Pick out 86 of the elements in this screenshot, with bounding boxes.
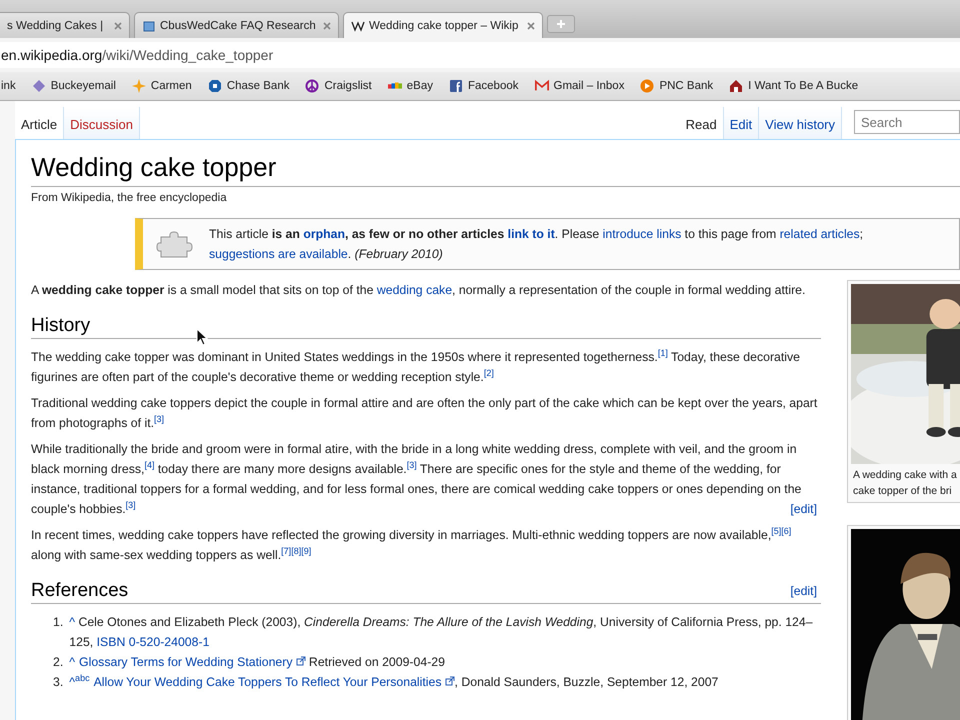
article-title: Wedding cake topper <box>31 150 960 187</box>
browser-tab[interactable]: Wedding cake topper – Wikip <box>343 12 543 38</box>
link[interactable]: ISBN 0-520-24008-1 <box>96 635 210 649</box>
link[interactable]: [4] <box>144 462 154 476</box>
link[interactable]: ^ <box>69 615 76 629</box>
address-field[interactable]: en.wikipedia.org/wiki/Wedding_cake_topper <box>0 42 960 68</box>
play-circle-icon <box>640 79 654 93</box>
notice-text: ; <box>860 227 864 241</box>
list-number: 3. <box>53 674 64 691</box>
bookmark[interactable]: Facebook <box>448 79 518 93</box>
wikipedia-icon <box>351 20 365 32</box>
plus-icon <box>556 19 566 29</box>
link[interactable]: [2] <box>484 370 494 384</box>
link[interactable]: orphan <box>303 227 345 241</box>
bookmark[interactable]: Chase Bank <box>208 79 290 93</box>
close-icon[interactable] <box>114 22 122 30</box>
diamond-icon <box>32 79 46 93</box>
link[interactable]: [8] <box>291 548 302 562</box>
bookmark[interactable]: Carmen <box>132 79 192 93</box>
caption: cake topper of the bri <box>853 484 953 499</box>
bookmark[interactable]: I Want To Be A Bucke <box>729 79 858 93</box>
link[interactable]: link to it <box>508 227 555 241</box>
link[interactable]: [3] <box>154 416 164 430</box>
close-icon[interactable] <box>527 22 535 30</box>
paragraph: The wedding cake topper was dominant in United States weddings in the 1950s where it represented togetherness.$^{[1]}$ Today, these decorative figurines are often part of the couple's decorative theme or wedding reception style.$^{[2]}$ <box>31 347 802 386</box>
envelope-icon <box>534 79 548 93</box>
link[interactable]: b <box>80 675 86 689</box>
bookmark[interactable]: Craigslist <box>305 79 372 93</box>
puzzle-piece-icon <box>155 229 195 259</box>
notice-text: , as few or no other articles <box>345 227 506 241</box>
document-icon <box>142 20 156 32</box>
notice-text: to this page from <box>684 227 778 241</box>
link[interactable]: [1] <box>658 350 668 364</box>
list-number: 2. <box>53 654 64 671</box>
external-link-icon <box>444 676 455 686</box>
section-heading: History <box>31 314 821 339</box>
browser-tab[interactable]: CbusWedCake FAQ Research <box>134 12 339 38</box>
bookmark[interactable]: eBay <box>388 79 433 93</box>
link[interactable]: related articles <box>780 227 860 241</box>
notice-text: . (February 2010) <box>348 247 443 261</box>
edit-link[interactable]: [edit] <box>790 499 817 519</box>
link[interactable]: [3] <box>406 462 417 476</box>
bookmark[interactable]: Gmail – Inbox <box>534 79 624 93</box>
link[interactable]: suggestions are available <box>209 247 348 261</box>
link[interactable]: [9] <box>301 548 312 562</box>
reference-text: ^ Glossary Terms for Wedding Stationery Retrieved on 2009-04-29 <box>69 654 445 671</box>
page-tab[interactable]: Discussion <box>64 107 140 139</box>
house-icon <box>729 79 744 93</box>
paragraph: While traditionally the bride and groom were in formal atire, with the bride in a long white wedding dress, complete with veil, and the groom in black morning dress,$^{[4]}$ today there are many more designs available.$^{[3]}$ There are specific ones for the style and theme of the wedding, for instance, traditional toppers for a formal wedding, and for less formal ones, there are comical wedding cake toppers or ones depending on the couple's hobbies.$^{[3]}$ [edit] <box>31 439 821 519</box>
link[interactable]: a <box>75 675 80 689</box>
list-number: 1. <box>53 614 64 631</box>
star-icon <box>132 79 146 93</box>
link[interactable]: ^ <box>69 655 76 669</box>
external-link-icon <box>296 656 306 666</box>
link[interactable]: c <box>85 675 90 689</box>
edit-link[interactable]: [edit] <box>790 579 817 603</box>
link[interactable]: [6] <box>781 528 792 542</box>
reference-text: ^ Cele Otones and Elizabeth Pleck (2003), Cinderella Dreams: The Allure of the Lavish Wedding, University of California Press, pp. 124–125, ISBN 0-520-24008-1 <box>69 614 814 651</box>
bookmark[interactable]: ink <box>1 80 16 92</box>
octagon-icon <box>208 79 222 93</box>
notice-text: . Please <box>554 227 600 241</box>
new-tab-button[interactable] <box>547 15 575 33</box>
link[interactable]: wedding cake <box>376 283 452 297</box>
section-heading: References <box>31 579 128 603</box>
cursor-icon <box>196 328 208 346</box>
square-icon <box>448 79 463 93</box>
external-link[interactable]: Glossary Terms for Wedding Stationery <box>79 655 306 669</box>
link[interactable]: [7] <box>281 548 292 562</box>
paragraph: Traditional wedding cake toppers depict the couple in formal attire and are often the only part of the cake which can be kept over the years, apart from photographs of it.$^{[3]}$ <box>31 395 818 432</box>
bookmark[interactable]: Buckeyemail <box>32 79 116 93</box>
close-icon[interactable] <box>323 22 331 30</box>
page-tab[interactable]: Edit <box>724 107 760 139</box>
link[interactable]: introduce links <box>602 227 682 241</box>
search-field[interactable]: Search <box>854 110 960 134</box>
peace-icon <box>305 79 320 93</box>
link[interactable]: ^ <box>69 675 76 689</box>
browser-tab[interactable]: s Wedding Cakes | <box>0 12 130 38</box>
paragraph: A wedding cake topper is a small model that sits on top of the wedding cake, normally a representation of the couple in formal wedding attire. <box>31 282 806 299</box>
link[interactable]: [3] <box>126 502 136 516</box>
page-tab[interactable]: View history <box>759 107 842 139</box>
external-link[interactable]: Allow Your Wedding Cake Toppers To Reflect Your Personalities <box>94 675 455 689</box>
site-subtitle: From Wikipedia, the free encyclopedia <box>31 192 228 204</box>
bookmark[interactable]: PNC Bank <box>640 79 714 93</box>
caption: A wedding cake with a <box>853 468 958 483</box>
notice-text: This article is an <box>209 227 301 241</box>
link[interactable]: [5] <box>771 528 782 542</box>
